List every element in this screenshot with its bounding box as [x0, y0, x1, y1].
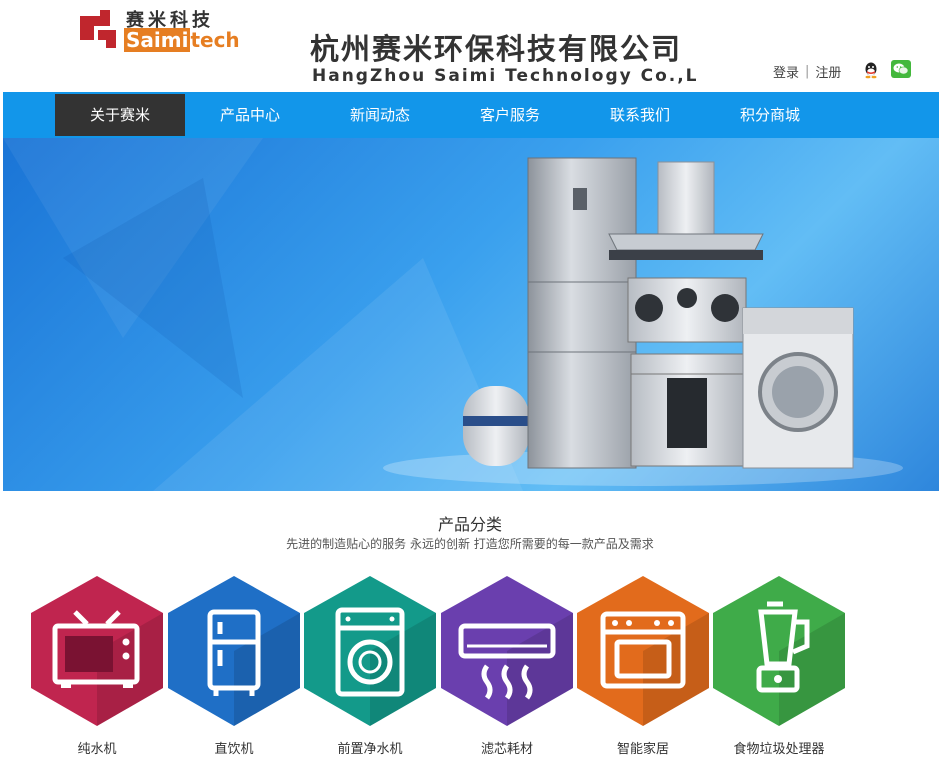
- category-item-pure-water[interactable]: 纯水机: [31, 576, 163, 766]
- category-label: 食物垃圾处理器: [733, 742, 825, 757]
- product-section-subtitle: 先进的制造贴心的服务 永远的创新 打造您所需要的每一款产品及需求: [286, 537, 654, 551]
- category-label: 纯水机: [77, 742, 117, 757]
- register-link[interactable]: 注册: [815, 62, 841, 81]
- category-item-filter[interactable]: 滤芯耗材: [441, 576, 573, 766]
- nav-item-mall[interactable]: 积分商城: [705, 94, 835, 136]
- company-name-en: HangZhou Saimi Technology Co.,L: [312, 66, 699, 86]
- category-label: 直饮机: [214, 742, 254, 757]
- nav-item-contact[interactable]: 联系我们: [575, 94, 705, 136]
- main-nav: 关于赛米 产品中心 新闻动态 客户服务 联系我们 积分商城: [3, 92, 939, 138]
- category-hexagon: [441, 576, 573, 726]
- product-section-title: 产品分类: [437, 515, 502, 534]
- banner-appliances-image: [3, 138, 903, 491]
- logo-en-part-a: Saimi: [124, 28, 191, 52]
- site-header: 赛米科技 Saimi tech 杭州赛米环保科技有限公司 HangZhou Sai…: [0, 0, 940, 92]
- nav-item-news[interactable]: 新闻动态: [315, 94, 445, 136]
- category-item-direct-drink[interactable]: 直饮机: [168, 576, 300, 766]
- nav-item-about[interactable]: 关于赛米: [55, 94, 185, 136]
- logo-mark-icon: [80, 10, 116, 48]
- company-name-cn: 杭州赛米环保科技有限公司: [310, 32, 683, 66]
- category-label: 智能家居: [616, 742, 669, 757]
- category-hexagon: [31, 576, 163, 726]
- category-hexagon: [713, 576, 845, 726]
- category-label: 滤芯耗材: [480, 742, 533, 757]
- category-item-prefilter[interactable]: 前置净水机: [304, 576, 436, 766]
- category-hexagon: [168, 576, 300, 726]
- nav-item-products[interactable]: 产品中心: [185, 94, 315, 136]
- auth-separator: |: [805, 64, 810, 79]
- logo-en-part-b: tech: [190, 28, 240, 52]
- logo-en-text: Saimi tech: [124, 28, 240, 52]
- hero-banner[interactable]: [3, 138, 939, 491]
- category-item-food-disposer[interactable]: 食物垃圾处理器: [713, 576, 845, 766]
- category-label: 前置净水机: [337, 742, 403, 757]
- nav-item-service[interactable]: 客户服务: [445, 94, 575, 136]
- category-hexagon: [577, 576, 709, 726]
- company-logo[interactable]: 赛米科技 Saimi tech: [76, 4, 240, 56]
- qq-icon[interactable]: [862, 61, 880, 79]
- wechat-icon[interactable]: [891, 60, 911, 78]
- category-item-smart-home[interactable]: 智能家居: [577, 576, 709, 766]
- login-link[interactable]: 登录: [773, 62, 799, 81]
- category-hexagon: [304, 576, 436, 726]
- auth-links: 登录 | 注册: [773, 62, 841, 81]
